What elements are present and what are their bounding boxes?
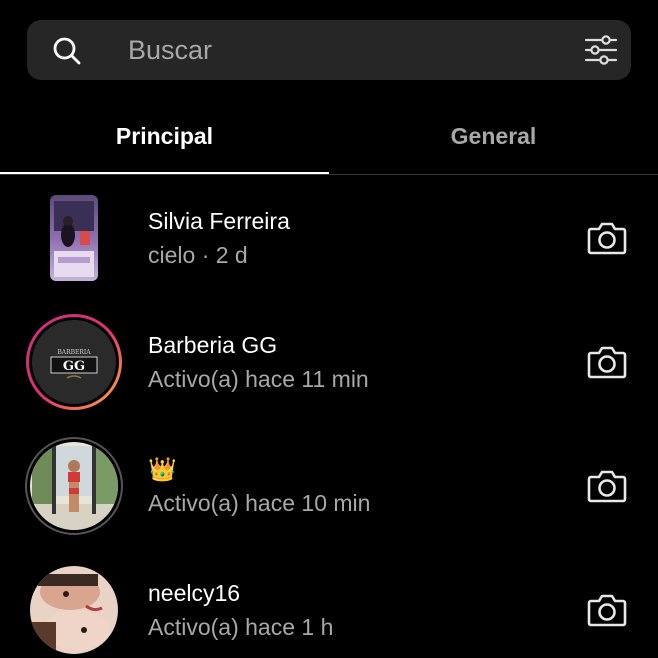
conversation-status: Activo(a) hace 11 min xyxy=(148,366,369,392)
tab-divider xyxy=(0,174,658,175)
avatar[interactable] xyxy=(24,436,124,536)
conversation-name: neelcy16 xyxy=(148,580,241,606)
tab-general[interactable]: General xyxy=(329,116,658,156)
conversation-name: Silvia Ferreira xyxy=(148,208,290,234)
conversation-name: Barberia GG xyxy=(148,332,278,358)
conversation-name: 👑 xyxy=(148,456,177,482)
conversation-row-neelcy16[interactable]: neelcy16 Activo(a) hace 1 h xyxy=(0,548,658,658)
active-tab-indicator xyxy=(0,172,329,174)
tab-principal[interactable]: Principal xyxy=(0,116,329,156)
avatar-with-story-ring[interactable]: BARBERIA GG xyxy=(24,312,124,412)
conversation-status: Activo(a) hace 10 min xyxy=(148,490,371,516)
search-input[interactable] xyxy=(128,30,548,70)
conversation-status: cielo · 2 d xyxy=(148,242,248,268)
filter-icon[interactable] xyxy=(584,34,618,66)
camera-icon[interactable] xyxy=(587,220,627,256)
search-icon[interactable] xyxy=(52,36,82,66)
avatar[interactable] xyxy=(50,195,98,281)
camera-icon[interactable] xyxy=(587,468,627,504)
conversation-row-silvia-ferreira[interactable]: Silvia Ferreira cielo · 2 d xyxy=(0,176,658,300)
avatar-logo-text: GG xyxy=(63,359,85,374)
conversation-row-barberia-gg[interactable]: BARBERIA GG Barberia GG Activo(a) hace 1… xyxy=(0,300,658,424)
conversation-row-crown[interactable]: 👑 Activo(a) hace 10 min xyxy=(0,424,658,548)
camera-icon[interactable] xyxy=(587,592,627,628)
camera-icon[interactable] xyxy=(587,344,627,380)
direct-messages-screen: Principal General Silvia Ferreira cielo … xyxy=(0,0,658,658)
avatar-subtext: BARBERIA xyxy=(57,349,91,356)
conversation-status: Activo(a) hace 1 h xyxy=(148,614,334,640)
avatar[interactable] xyxy=(30,566,118,654)
